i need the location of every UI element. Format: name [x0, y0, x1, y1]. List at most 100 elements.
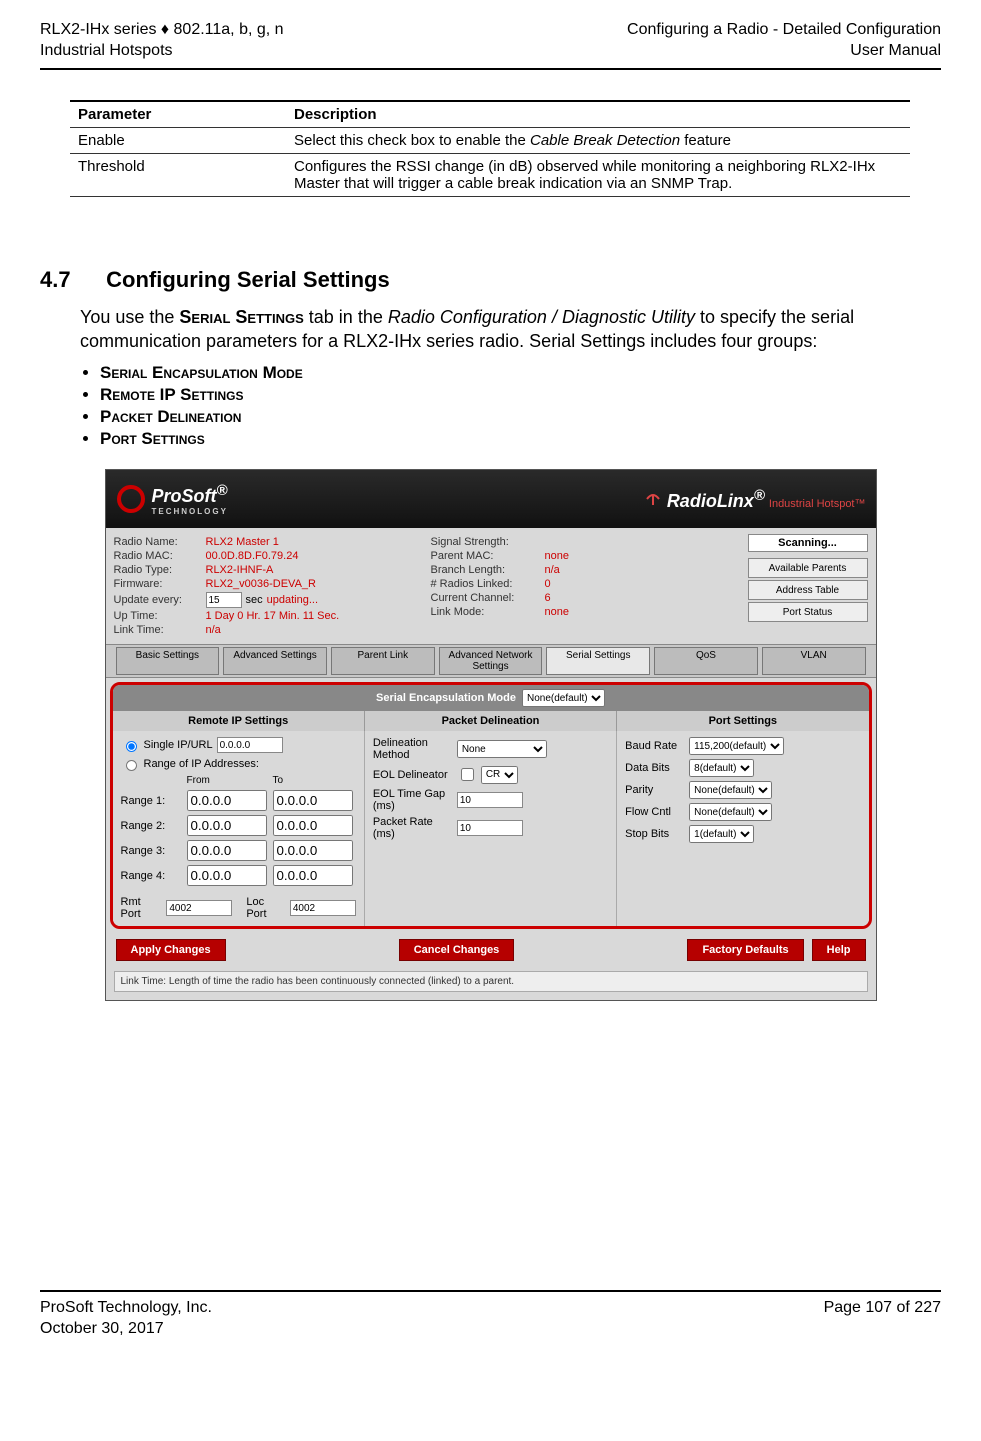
radiolinx-logo: RadioLinx® Industrial Hotspot™ — [643, 487, 866, 512]
tab-advanced-settings[interactable]: Advanced Settings — [223, 647, 327, 675]
scanning-bar: Scanning... — [748, 534, 868, 552]
bullet-list: Serial Encapsulation Mode Remote IP Sett… — [100, 363, 901, 449]
tab-serial-settings[interactable]: Serial Settings — [546, 647, 650, 675]
data-bits-select[interactable]: 8(default) — [689, 759, 754, 777]
remote-ip-column: Single IP/URL Range of IP Addresses: Fro… — [113, 731, 365, 926]
radio-wave-icon — [643, 487, 663, 507]
value-current-channel: 6 — [545, 592, 551, 604]
section-heading: 4.7 Configuring Serial Settings — [40, 267, 941, 293]
parameter-table: Parameter Description Enable Select this… — [70, 100, 910, 197]
eol-delineator-checkbox[interactable] — [461, 768, 474, 781]
table-header-parameter: Parameter — [70, 101, 286, 128]
tab-advanced-network-settings[interactable]: Advanced Network Settings — [439, 647, 543, 675]
label-range3: Range 3: — [121, 845, 181, 857]
label-update-every: Update every: — [114, 594, 202, 606]
packet-delineation-column: Delineation Method None EOL Delineator C… — [365, 731, 617, 926]
baud-rate-select[interactable]: 115,200(default) — [689, 737, 784, 755]
label-rmt-port: Rmt Port — [121, 896, 163, 920]
section-title: Configuring Serial Settings — [106, 267, 390, 292]
cancel-changes-button[interactable]: Cancel Changes — [399, 939, 515, 961]
label-parity: Parity — [625, 784, 685, 796]
help-button[interactable]: Help — [812, 939, 866, 961]
loc-port-input[interactable] — [290, 900, 356, 916]
label-range1: Range 1: — [121, 795, 181, 807]
table-row: Enable Select this check box to enable t… — [70, 127, 910, 153]
factory-defaults-button[interactable]: Factory Defaults — [687, 939, 803, 961]
tab-qos[interactable]: QoS — [654, 647, 758, 675]
packet-rate-input[interactable] — [457, 820, 523, 836]
range4-to-input[interactable] — [273, 865, 353, 886]
header-packet-delineation: Packet Delineation — [365, 711, 617, 731]
table-row: Threshold Configures the RSSI change (in… — [70, 153, 910, 196]
label-radio-type: Radio Type: — [114, 564, 202, 576]
header-right-1: Configuring a Radio - Detailed Configura… — [627, 20, 941, 41]
address-table-button[interactable]: Address Table — [748, 580, 868, 600]
parity-select[interactable]: None(default) — [689, 781, 772, 799]
prosoft-logo: ProSoft® TECHNOLOGY — [116, 482, 228, 516]
label-radio-name: Radio Name: — [114, 536, 202, 548]
intro-paragraph: You use the Serial Settings tab in the R… — [80, 305, 901, 354]
label-packet-rate: Packet Rate (ms) — [373, 816, 453, 840]
tab-basic-settings[interactable]: Basic Settings — [116, 647, 220, 675]
cell-param: Threshold — [70, 153, 286, 196]
range1-from-input[interactable] — [187, 790, 267, 811]
range2-to-input[interactable] — [273, 815, 353, 836]
port-status-button[interactable]: Port Status — [748, 602, 868, 622]
label-linktime: Link Time: — [114, 624, 202, 636]
list-item: Serial Encapsulation Mode — [100, 363, 901, 383]
rmt-port-input[interactable] — [166, 900, 232, 916]
hint-bar: Link Time: Length of time the radio has … — [114, 971, 868, 992]
stop-bits-select[interactable]: 1(default) — [689, 825, 754, 843]
value-radio-name: RLX2 Master 1 — [206, 536, 279, 548]
header-remote-ip: Remote IP Settings — [113, 711, 365, 731]
label-baud-rate: Baud Rate — [625, 740, 685, 752]
tab-vlan[interactable]: VLAN — [762, 647, 866, 675]
value-radio-type: RLX2-IHNF-A — [206, 564, 274, 576]
prosoft-icon — [116, 484, 146, 514]
footer-rule — [40, 1290, 941, 1292]
label-parent-mac: Parent MAC: — [431, 550, 541, 562]
list-item: Port Settings — [100, 429, 901, 449]
value-parent-mac: none — [545, 550, 569, 562]
range2-from-input[interactable] — [187, 815, 267, 836]
label-sec: sec — [246, 594, 263, 606]
update-every-input[interactable] — [206, 592, 242, 608]
eol-delineator-select[interactable]: CR — [481, 766, 518, 784]
column-headers: Remote IP Settings Packet Delineation Po… — [113, 711, 869, 731]
apply-changes-button[interactable]: Apply Changes — [116, 939, 226, 961]
range1-to-input[interactable] — [273, 790, 353, 811]
range4-from-input[interactable] — [187, 865, 267, 886]
label-encapsulation-mode: Serial Encapsulation Mode — [376, 692, 516, 704]
action-buttons-row: Apply Changes Cancel Changes Factory Def… — [106, 933, 876, 967]
value-linktime: n/a — [206, 624, 221, 636]
label-firmware: Firmware: — [114, 578, 202, 590]
header-port-settings: Port Settings — [617, 711, 868, 731]
info-panel: Radio Name:RLX2 Master 1 Radio MAC:00.0D… — [106, 528, 876, 644]
tab-parent-link[interactable]: Parent Link — [331, 647, 435, 675]
encapsulation-row: Serial Encapsulation Mode None(default) — [113, 685, 869, 711]
flow-cntl-select[interactable]: None(default) — [689, 803, 772, 821]
range3-to-input[interactable] — [273, 840, 353, 861]
serial-settings-highlight: Serial Encapsulation Mode None(default) … — [110, 682, 872, 929]
header-right-2: User Manual — [627, 41, 941, 62]
footer-left-1: ProSoft Technology, Inc. — [40, 1298, 212, 1319]
cell-param: Enable — [70, 127, 286, 153]
section-number: 4.7 — [40, 267, 100, 293]
available-parents-button[interactable]: Available Parents — [748, 558, 868, 578]
status-updating: updating... — [267, 594, 318, 606]
single-ip-input[interactable] — [217, 737, 283, 753]
label-uptime: Up Time: — [114, 610, 202, 622]
list-item: Remote IP Settings — [100, 385, 901, 405]
single-ip-radio[interactable] — [126, 741, 137, 752]
page-footer: ProSoft Technology, Inc. October 30, 201… — [40, 1290, 941, 1340]
range3-from-input[interactable] — [187, 840, 267, 861]
label-range-ip: Range of IP Addresses: — [144, 758, 259, 770]
range-ip-radio[interactable] — [126, 760, 137, 771]
footer-right-1: Page 107 of 227 — [824, 1298, 941, 1340]
label-single-ip: Single IP/URL — [144, 739, 213, 751]
label-range4: Range 4: — [121, 870, 181, 882]
encapsulation-mode-select[interactable]: None(default) — [522, 689, 605, 707]
delineation-method-select[interactable]: None — [457, 740, 547, 758]
eol-time-gap-input[interactable] — [457, 792, 523, 808]
value-radio-mac: 00.0D.8D.F0.79.24 — [206, 550, 299, 562]
